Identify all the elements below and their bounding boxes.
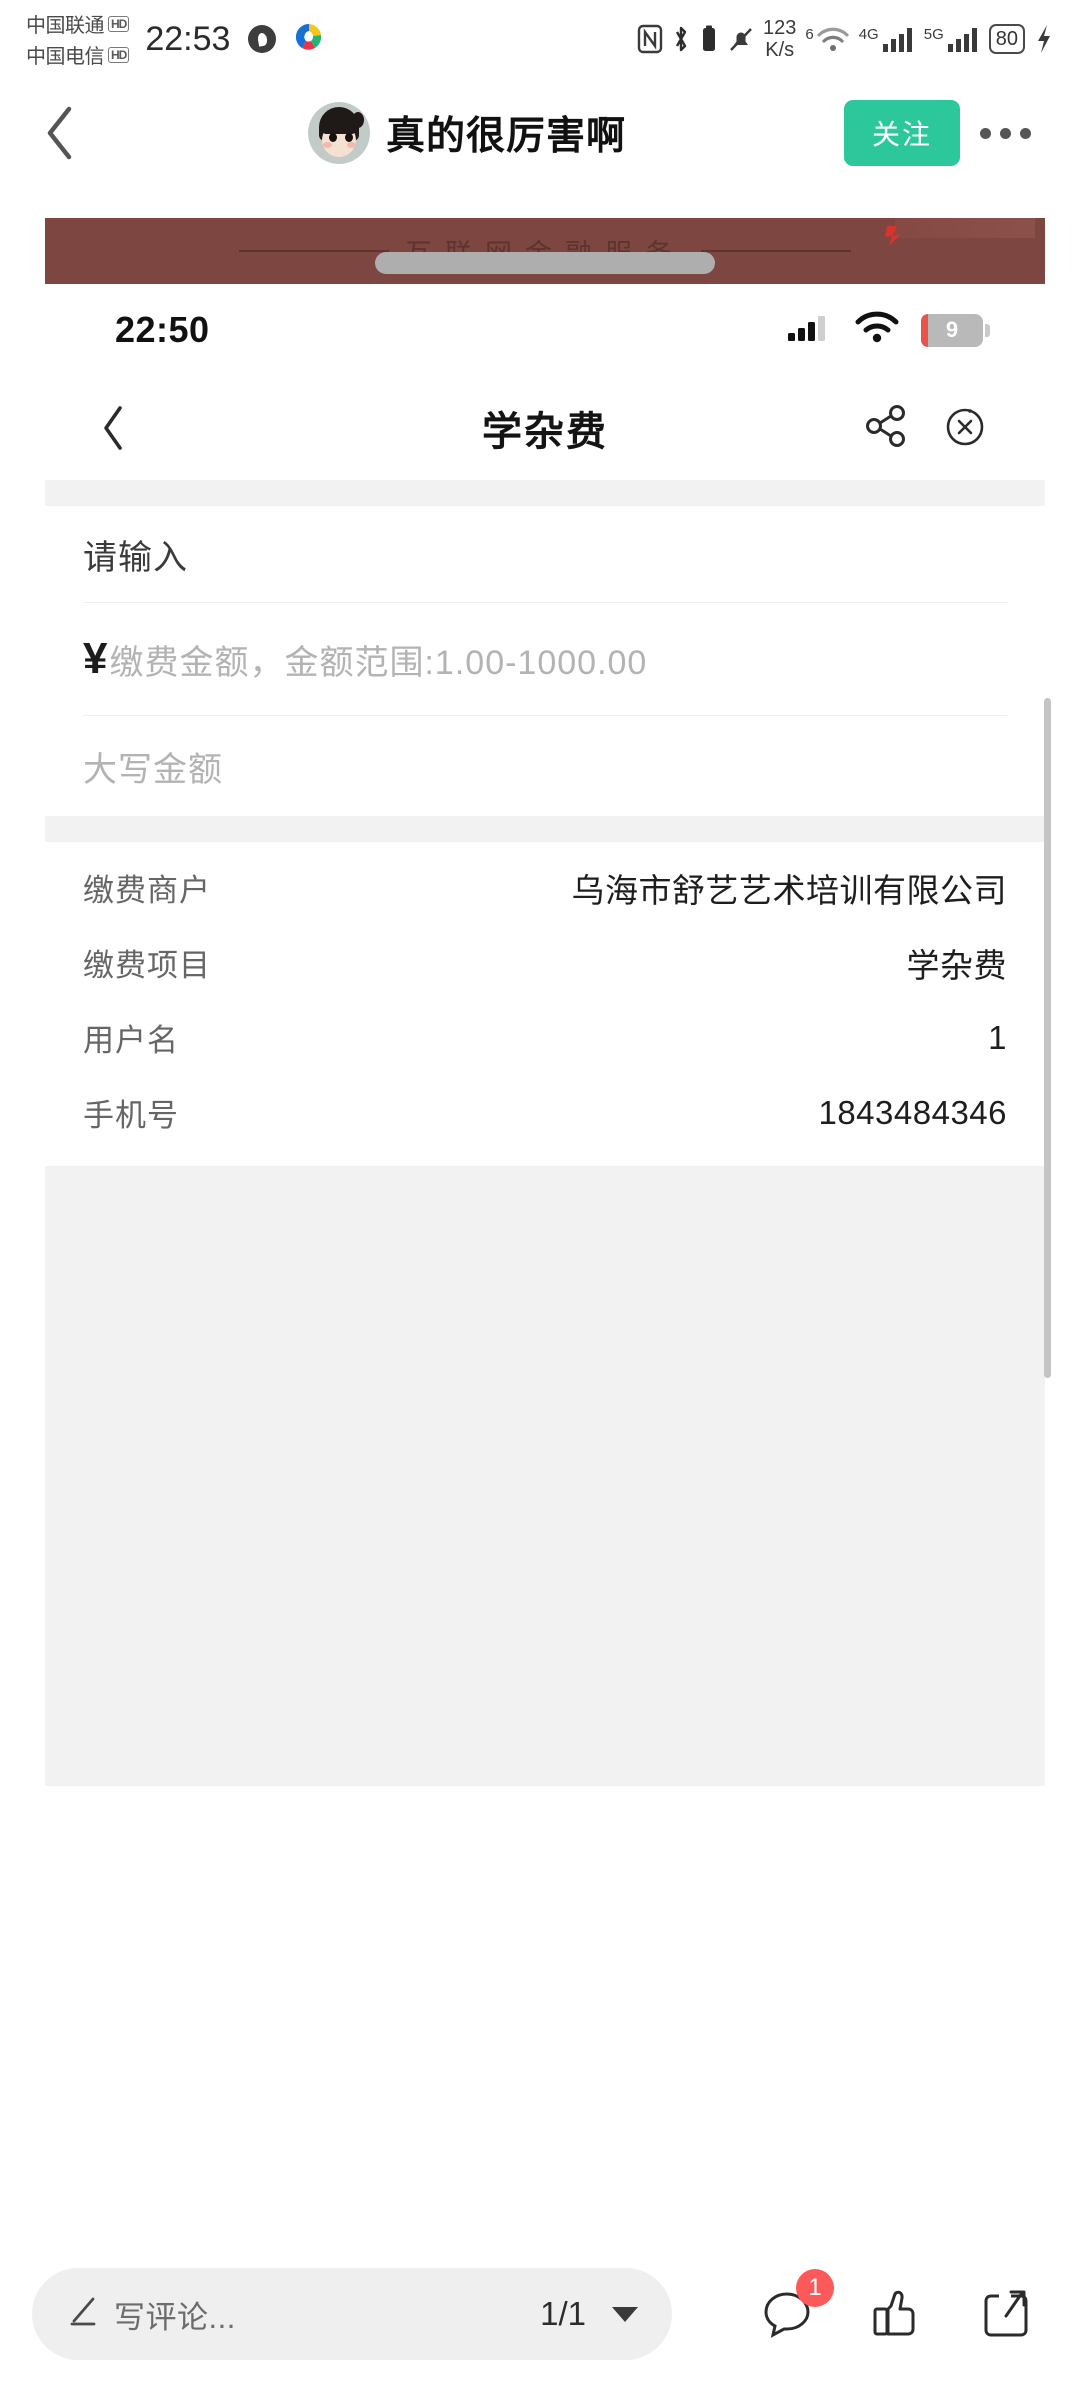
share-nodes-icon[interactable] — [863, 403, 909, 454]
info-value: 1 — [988, 1018, 1007, 1056]
more-dot — [1019, 127, 1031, 139]
info-label: 用户名 — [83, 1023, 179, 1058]
table-row: 缴费商户 乌海市舒艺艺术培训有限公司 — [83, 850, 1007, 925]
page-scrollbar[interactable] — [1044, 698, 1051, 1378]
comment-input[interactable]: 写评论... 1/1 — [32, 2268, 672, 2360]
battery-percent-badge: 80 — [988, 24, 1025, 54]
table-row: 用户名 1 — [83, 1000, 1007, 1075]
info-value: 1843484346 — [818, 1093, 1007, 1131]
info-value: 乌海市舒艺艺术培训有限公司 — [571, 871, 1007, 909]
network-speed-value: 123 — [763, 17, 797, 39]
close-circle-icon[interactable] — [941, 402, 989, 455]
os-clock: 22:53 — [145, 19, 231, 58]
info-label: 手机号 — [83, 1098, 179, 1133]
webpage-banner: 互联网金融服务 — [45, 218, 1045, 284]
comment-count-badge: 1 — [796, 2269, 834, 2307]
table-row: 手机号 1843484346 — [83, 1075, 1007, 1150]
carrier-row-2: 中国电信 HD — [26, 40, 130, 69]
bluetooth-battery-icon — [699, 24, 719, 54]
signal-bars-icon — [787, 311, 833, 350]
section-divider — [45, 480, 1045, 506]
amount-field[interactable]: ¥ 缴费金额，金额范围:1.00-1000.00 — [45, 603, 1045, 715]
payment-info-list: 缴费商户 乌海市舒艺艺术培训有限公司 缴费项目 学杂费 用户名 1 手机号 18… — [45, 842, 1045, 1166]
like-button[interactable] — [864, 2283, 926, 2345]
section-divider — [45, 816, 1045, 842]
flame-app-icon — [248, 25, 277, 53]
nfc-icon — [637, 24, 663, 54]
banner-logo-blur — [895, 218, 1035, 238]
table-row: 缴费项目 学杂费 — [83, 925, 1007, 1000]
info-label: 缴费商户 — [83, 873, 211, 908]
signal-5g-icon: 5G — [924, 24, 980, 54]
bluetooth-icon — [672, 24, 690, 54]
inner-status-icons: 9 — [787, 311, 990, 350]
pencil-icon — [66, 2295, 100, 2334]
carrier-labels: 中国联通 HD 中国电信 HD — [26, 9, 130, 69]
sogou-app-icon — [294, 22, 324, 57]
hd-badge-1: HD — [108, 15, 130, 32]
signal-4g-icon: 4G — [859, 24, 915, 54]
network-speed-unit: K/s — [765, 39, 795, 61]
uppercase-amount-label: 大写金额 — [83, 750, 223, 789]
carrier-row-1: 中国联通 HD — [26, 9, 130, 38]
share-button[interactable] — [972, 2283, 1034, 2345]
carrier-name-2: 中国电信 — [26, 46, 105, 68]
username: 真的很厉害啊 — [385, 115, 626, 158]
banner-overlay-pill — [375, 252, 715, 274]
more-options-button[interactable] — [960, 127, 1050, 139]
bottom-bar-actions: 1 — [756, 2269, 1034, 2345]
os-status-right: 123 K/s 6 4G 5G 80 — [637, 17, 1054, 61]
wifi-icon — [855, 311, 899, 350]
follow-button[interactable]: 关注 — [843, 100, 960, 166]
inner-back-button[interactable] — [101, 405, 157, 451]
silent-bell-icon — [728, 24, 754, 54]
os-status-bar: 中国联通 HD 中国电信 HD 22:53 123 K/s 6 4G 5G 80 — [0, 0, 1080, 78]
hd-badge-2: HD — [108, 46, 130, 63]
bottom-action-bar: 写评论... 1/1 1 — [0, 2240, 1080, 2388]
battery-level-text: 9 — [945, 317, 959, 342]
banner-rule-right — [701, 250, 851, 252]
info-label: 缴费项目 — [83, 948, 211, 983]
amount-placeholder: 缴费金额，金额范围:1.00-1000.00 — [109, 643, 648, 682]
wifi-icon: 6 — [805, 24, 849, 54]
inner-title-bar: 学杂费 — [45, 376, 1045, 480]
avatar[interactable] — [307, 102, 370, 164]
more-dot — [979, 127, 991, 139]
banner-red-mark-icon — [883, 224, 909, 248]
carrier-name-1: 中国联通 — [26, 15, 105, 37]
chevron-down-icon[interactable] — [612, 2306, 638, 2322]
charging-bolt-icon — [1034, 23, 1054, 55]
comment-placeholder: 写评论... — [114, 2299, 236, 2335]
payer-name-placeholder: 请输入 — [83, 538, 188, 577]
currency-symbol: ¥ — [83, 634, 108, 683]
inner-status-bar: 22:50 9 — [45, 284, 1045, 376]
header-user-block[interactable]: 真的很厉害啊 — [90, 102, 844, 164]
empty-content-area — [45, 1166, 1045, 1786]
signal-5g-label: 5G — [923, 26, 944, 43]
os-status-left: 中国联通 HD 中国电信 HD 22:53 — [26, 9, 324, 69]
wifi-generation-label: 6 — [805, 26, 814, 43]
page-indicator: 1/1 — [540, 2295, 586, 2332]
banner-rule-left — [239, 250, 389, 252]
payer-name-field[interactable]: 请输入 — [45, 506, 1045, 602]
battery-icon: 9 — [921, 313, 990, 347]
comment-button[interactable]: 1 — [756, 2269, 834, 2345]
more-dot — [999, 127, 1011, 139]
network-speed-indicator: 123 K/s — [763, 17, 796, 61]
post-screenshot[interactable]: 互联网金融服务 22:50 9 — [45, 218, 1051, 2218]
back-button[interactable] — [30, 103, 90, 163]
inner-clock: 22:50 — [115, 309, 210, 350]
uppercase-amount-field: 大写金额 — [45, 716, 1045, 816]
info-value: 学杂费 — [906, 946, 1007, 984]
app-header: 真的很厉害啊 关注 — [0, 78, 1080, 188]
signal-4g-label: 4G — [858, 26, 879, 43]
